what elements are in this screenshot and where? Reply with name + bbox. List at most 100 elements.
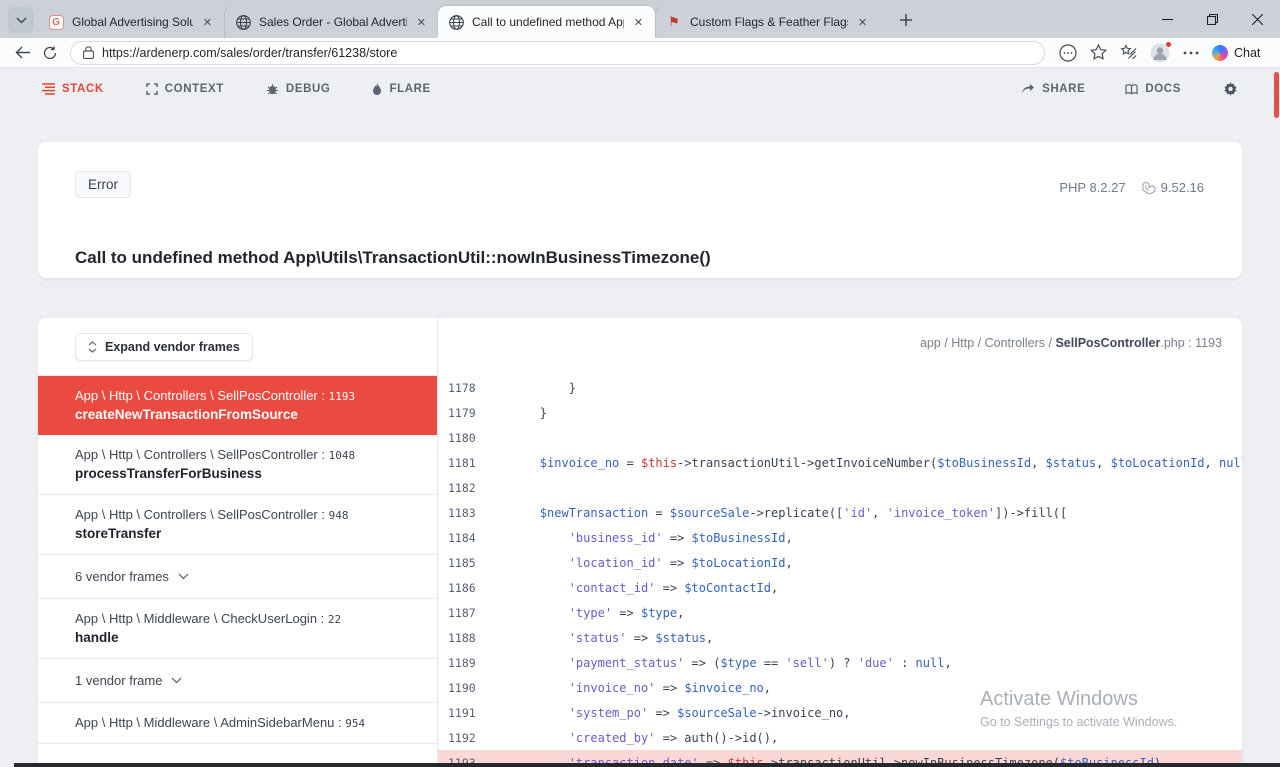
code-line: 1187 'type' => $type,	[438, 600, 1242, 625]
file-breadcrumb: app / Http / Controllers / SellPosContro…	[920, 336, 1222, 350]
vendor-frames-label: 6 vendor frames	[75, 569, 169, 584]
line-number: 1192	[438, 731, 482, 745]
code-text: $invoice_no = $this->transactionUtil->ge…	[482, 456, 1242, 470]
browser-tab[interactable]: Call to undefined method App\Uti✕	[438, 6, 655, 38]
nav-tab-label: STACK	[62, 83, 104, 95]
globe-favicon	[235, 14, 251, 30]
framework-version: 9.52.16	[1142, 180, 1204, 195]
url-bar[interactable]: https://ardenerp.com/sales/order/transfe…	[70, 41, 1045, 65]
nav-tab-label: DEBUG	[286, 83, 331, 95]
horizontal-scrollbar[interactable]	[14, 763, 1280, 767]
stack-frame[interactable]: App \ Http \ Middleware \ CheckUserLogin…	[38, 599, 437, 659]
watermark-title: Activate Windows	[980, 688, 1177, 711]
ignition-navbar: STACK CONTEXT DEBUG FLARE SHARE DOCS	[0, 68, 1280, 110]
tab-search-button[interactable]	[8, 7, 34, 33]
vendor-frames-toggle[interactable]: 1 vendor frame	[38, 659, 437, 703]
line-number: 1188	[438, 631, 482, 645]
line-number: 1182	[438, 481, 482, 495]
vendor-frames-label: 1 vendor frame	[75, 673, 162, 688]
lock-icon	[83, 46, 94, 59]
stack-frame[interactable]: App \ Http \ Controllers \ SellPosContro…	[38, 495, 437, 555]
g-logo-favicon: G	[48, 14, 64, 30]
url-text[interactable]: https://ardenerp.com/sales/order/transfe…	[102, 46, 397, 60]
browser-window: GGlobal Advertising Solutions✕Sales Orde…	[0, 0, 1280, 767]
copilot-chat-label: Chat	[1234, 46, 1260, 60]
tab-strip: GGlobal Advertising Solutions✕Sales Orde…	[0, 0, 1280, 38]
laravel-icon	[1142, 181, 1156, 195]
frame-class-path: App \ Http \ Controllers \ SellPosContro…	[75, 447, 329, 462]
docs-button[interactable]: DOCS	[1125, 83, 1181, 96]
expand-vendor-frames-button[interactable]: Expand vendor frames	[75, 333, 253, 361]
line-number: 1183	[438, 506, 482, 520]
line-number: 1187	[438, 606, 482, 620]
line-number: 1178	[438, 381, 482, 395]
tab-close-button[interactable]: ✕	[630, 14, 647, 31]
code-text: 'type' => $type,	[482, 606, 684, 620]
chevron-down-icon	[178, 573, 189, 580]
nav-tab-context[interactable]: CONTEXT	[146, 83, 224, 95]
code-text: 'status' => $status,	[482, 631, 713, 645]
frame-line-number: 1048	[329, 449, 356, 462]
settings-gear-button[interactable]	[1223, 82, 1238, 97]
context-icon	[146, 83, 158, 95]
version-badges: PHP 8.2.27 9.52.16	[1059, 180, 1204, 195]
page-scrollbar-thumb[interactable]	[1274, 72, 1279, 118]
back-button[interactable]	[8, 40, 36, 66]
code-line: 1186 'contact_id' => $toContactId,	[438, 575, 1242, 600]
frame-path: App \ Http \ Controllers \ SellPosContro…	[75, 507, 400, 522]
stack-frame[interactable]: App \ Http \ Controllers \ SellPosContro…	[38, 376, 437, 435]
tab-close-button[interactable]: ✕	[854, 14, 871, 31]
line-number: 1185	[438, 556, 482, 570]
nav-tab-stack[interactable]: STACK	[42, 83, 104, 95]
share-icon	[1021, 83, 1035, 95]
favorites-star-icon[interactable]	[1090, 44, 1107, 61]
tab-list: GGlobal Advertising Solutions✕Sales Orde…	[38, 6, 887, 38]
refresh-button[interactable]	[36, 40, 64, 66]
close-icon	[1252, 14, 1263, 25]
tab-close-button[interactable]: ✕	[199, 14, 216, 31]
minimize-button[interactable]	[1145, 0, 1190, 38]
stack-frame[interactable]: App \ Http \ Controllers \ SellPosContro…	[38, 435, 437, 495]
frame-line-number: 954	[345, 717, 365, 730]
new-tab-button[interactable]	[893, 7, 919, 33]
flag-favicon: ⚑	[666, 14, 682, 30]
restore-button[interactable]	[1190, 0, 1235, 38]
minimize-icon	[1162, 14, 1173, 25]
sidebar-search-icon[interactable]	[1059, 44, 1077, 62]
stack-frame[interactable]: App \ Http \ Middleware \ AdminSidebarMe…	[38, 703, 437, 744]
line-number: 1179	[438, 406, 482, 420]
line-number: 1184	[438, 531, 482, 545]
stack-frames-sidebar: Expand vendor frames App \ Http \ Contro…	[38, 318, 438, 767]
vendor-frames-toggle[interactable]: 6 vendor frames	[38, 555, 437, 599]
window-controls	[1145, 0, 1280, 38]
back-arrow-icon	[15, 46, 30, 59]
code-line: 1189 'payment_status' => ($type == 'sell…	[438, 650, 1242, 675]
g-logo-favicon: G	[49, 15, 64, 30]
copilot-chat-button[interactable]: Chat	[1212, 45, 1260, 61]
code-text: $newTransaction = $sourceSale->replicate…	[482, 506, 1067, 520]
browser-tab[interactable]: ⚑Custom Flags & Feather Flags | St✕	[655, 6, 887, 38]
restore-icon	[1207, 14, 1218, 25]
plus-icon	[900, 14, 912, 26]
nav-tab-flare[interactable]: FLARE	[372, 83, 430, 96]
collections-icon[interactable]	[1120, 44, 1137, 61]
code-text: 'invoice_no' => $invoice_no,	[482, 681, 771, 695]
browser-tab[interactable]: GGlobal Advertising Solutions✕	[38, 6, 224, 38]
frame-line-number: 22	[328, 613, 341, 626]
profile-avatar[interactable]	[1150, 43, 1170, 63]
code-line: 1178 }	[438, 375, 1242, 400]
code-line: 1188 'status' => $status,	[438, 625, 1242, 650]
nav-tab-debug[interactable]: DEBUG	[266, 83, 331, 95]
browser-tab[interactable]: Sales Order - Global Advertising S✕	[224, 6, 438, 38]
browser-toolbar: https://ardenerp.com/sales/order/transfe…	[0, 38, 1280, 68]
settings-menu-icon[interactable]	[1183, 51, 1199, 55]
code-line: 1180	[438, 425, 1242, 450]
tab-close-button[interactable]: ✕	[413, 14, 430, 31]
code-line: 1183 $newTransaction = $sourceSale->repl…	[438, 500, 1242, 525]
expand-collapse-icon	[88, 341, 97, 353]
chevron-down-icon	[171, 677, 182, 684]
share-button[interactable]: SHARE	[1021, 83, 1085, 95]
code-text: 'business_id' => $toBusinessId,	[482, 531, 793, 545]
close-button[interactable]	[1235, 0, 1280, 38]
ignition-error-page: STACKCONTEXTDEBUGFLARE SHAREDOCS Error P…	[0, 68, 1280, 767]
